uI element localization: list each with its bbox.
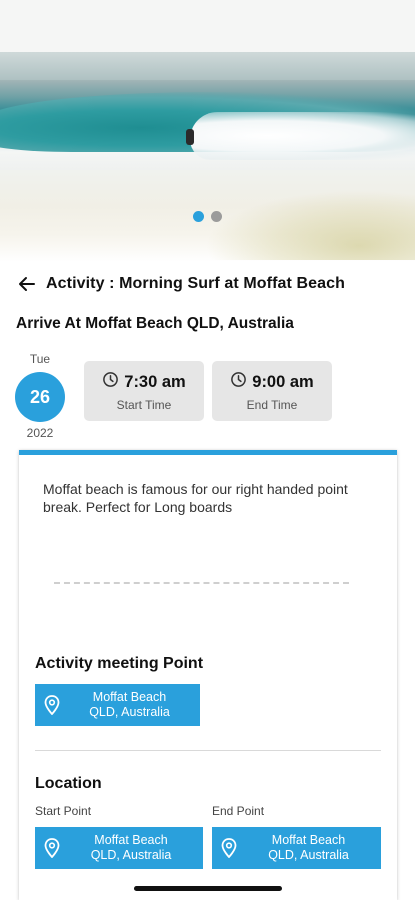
hero-horizon bbox=[0, 52, 415, 80]
date-year: 2022 bbox=[26, 426, 54, 440]
meeting-point-button[interactable]: Moffat Beach QLD, Australia bbox=[35, 684, 200, 726]
end-point-line1: Moffat Beach bbox=[271, 833, 346, 847]
meeting-point-title: Activity meeting Point bbox=[35, 655, 204, 672]
date-weekday: Tue bbox=[29, 352, 51, 366]
page-title: Activity : Morning Surf at Moffat Beach bbox=[46, 275, 346, 292]
start-point-line1: Moffat Beach bbox=[94, 833, 168, 847]
dashed-divider bbox=[54, 582, 349, 584]
header-bar: Activity : Morning Surf at Moffat Beach bbox=[16, 272, 345, 296]
start-time-box[interactable]: 7:30 am Start Time bbox=[84, 361, 204, 421]
hero-wave-foam bbox=[190, 112, 415, 160]
start-point-label: Start Point bbox=[35, 804, 92, 818]
arrival-subtitle: Arrive At Moffat Beach QLD, Australia bbox=[16, 315, 294, 332]
end-time-box[interactable]: 9:00 am End Time bbox=[212, 361, 332, 421]
section-divider bbox=[35, 750, 381, 751]
location-title: Location bbox=[35, 775, 102, 792]
end-time-label: End Time bbox=[246, 398, 298, 412]
end-point-button[interactable]: Moffat Beach QLD, Australia bbox=[212, 827, 381, 869]
end-point-line2: QLD, Australia bbox=[268, 848, 349, 862]
arrow-left-icon[interactable] bbox=[16, 273, 38, 295]
hero-sky bbox=[0, 0, 415, 52]
location-pin-icon bbox=[35, 838, 69, 858]
hero-image-carousel[interactable] bbox=[0, 0, 415, 262]
activity-description: Moffat beach is famous for our right han… bbox=[43, 481, 348, 515]
meeting-point-location: Moffat Beach QLD, Australia bbox=[69, 690, 200, 720]
date-day-badge: 26 bbox=[15, 372, 65, 422]
end-time-value: 9:00 am bbox=[252, 372, 314, 391]
carousel-dot[interactable] bbox=[211, 211, 222, 222]
meeting-point-line2: QLD, Australia bbox=[89, 705, 170, 719]
start-point-button[interactable]: Moffat Beach QLD, Australia bbox=[35, 827, 203, 869]
carousel-dot-active[interactable] bbox=[193, 211, 204, 222]
carousel-indicator bbox=[0, 211, 415, 222]
activity-date: Tue 26 2022 bbox=[12, 352, 68, 440]
clock-icon bbox=[102, 371, 119, 393]
home-indicator[interactable] bbox=[134, 886, 282, 891]
end-point-label: End Point bbox=[212, 804, 265, 818]
start-point-location: Moffat Beach QLD, Australia bbox=[69, 833, 203, 863]
end-point-location: Moffat Beach QLD, Australia bbox=[246, 833, 381, 863]
meeting-point-line1: Moffat Beach bbox=[92, 690, 167, 704]
hero-grass bbox=[205, 190, 415, 260]
location-pin-icon bbox=[35, 695, 69, 715]
hero-surfer bbox=[186, 129, 194, 145]
start-time-label: Start Time bbox=[116, 398, 172, 412]
activity-details-card: Moffat beach is famous for our right han… bbox=[19, 450, 397, 900]
location-pin-icon bbox=[212, 838, 246, 858]
activity-detail-screen: Activity : Morning Surf at Moffat Beach … bbox=[0, 0, 415, 900]
start-point-line2: QLD, Australia bbox=[90, 848, 172, 862]
clock-icon bbox=[230, 371, 247, 393]
start-time-value: 7:30 am bbox=[124, 372, 186, 391]
